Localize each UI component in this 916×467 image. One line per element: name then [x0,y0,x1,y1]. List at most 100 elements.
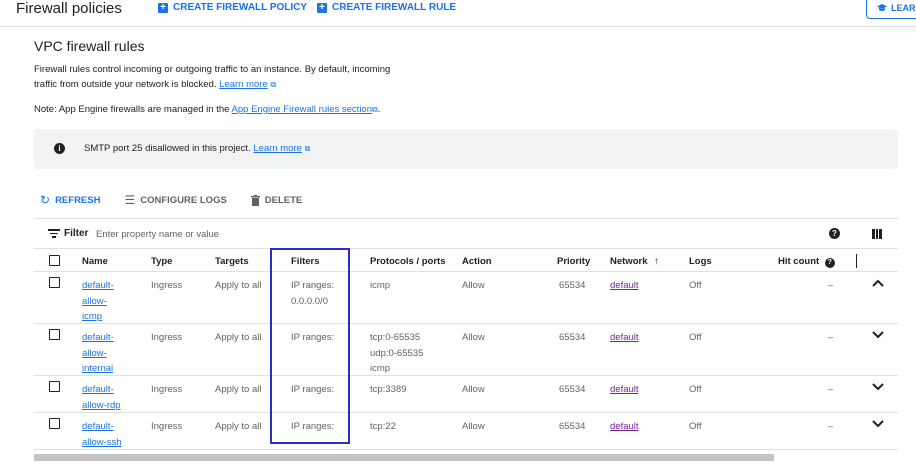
section-title: VPC firewall rules [34,38,145,54]
rule-filters: IP ranges: [291,384,335,395]
trash-icon [250,194,260,206]
column-display-options-icon[interactable] [872,229,882,239]
header-filters[interactable]: Filters [291,256,320,267]
header-type[interactable]: Type [151,256,172,267]
app-engine-firewall-link[interactable]: App Engine Firewall rules section [232,104,372,115]
create-firewall-policy-button[interactable]: + CREATE FIREWALL POLICY [158,2,307,13]
sort-ascending-icon: ↑ [654,256,659,267]
select-all-checkbox[interactable] [49,255,60,266]
header-name[interactable]: Name [82,256,108,267]
top-bar: Firewall policies + CREATE FIREWALL POLI… [0,0,916,27]
rule-priority: 65534 [559,384,586,395]
delete-button[interactable]: DELETE [250,194,303,206]
smtp-info-banner: i SMTP port 25 disallowed in this projec… [34,129,898,169]
rule-action: Allow [462,421,485,432]
add-icon: + [158,2,168,13]
rule-priority: 65534 [559,332,586,343]
app-engine-note: Note: App Engine firewalls are managed i… [34,104,380,115]
rule-priority: 65534 [559,421,586,432]
horizontal-scrollbar-thumb[interactable] [34,454,774,461]
rule-type: Ingress [151,421,183,432]
page-title: Firewall policies [16,0,122,17]
row-checkbox[interactable] [49,329,60,340]
rule-type: Ingress [151,332,183,343]
rule-protocols: tcp:3389 [370,384,407,395]
rule-logs: Off [689,421,702,432]
filter-bar: Filter ? [34,218,898,249]
network-link[interactable]: default [610,419,639,435]
chevron-down-icon[interactable] [872,420,884,428]
header-targets[interactable]: Targets [215,256,249,267]
rule-targets: Apply to all [215,384,262,395]
network-link[interactable]: default [610,330,639,346]
help-icon[interactable]: ? [829,228,840,239]
learn-more-link[interactable]: Learn more [219,79,268,90]
add-icon: + [317,2,327,13]
filter-input[interactable] [96,225,426,243]
header-protocols-ports[interactable]: Protocols / ports [370,256,445,267]
note-suffix: . [377,104,381,115]
rule-targets: Apply to all [215,280,262,291]
info-icon: i [54,143,65,154]
chevron-down-icon[interactable] [872,383,884,391]
rule-logs: Off [689,332,702,343]
table-row[interactable]: default-allow-rdp Ingress Apply to all I… [34,376,898,413]
create-firewall-rule-button[interactable]: + CREATE FIREWALL RULE [317,2,456,13]
header-logs[interactable]: Logs [689,256,712,267]
row-checkbox[interactable] [49,277,60,288]
section-description: Firewall rules control incoming or outgo… [34,62,424,92]
network-link[interactable]: default [610,278,639,294]
rule-targets: Apply to all [215,332,262,343]
rule-hit-count: – [828,421,834,432]
row-checkbox[interactable] [49,381,60,392]
table-row[interactable]: default-allow-icmp Ingress Apply to all … [34,272,898,324]
header-network[interactable]: Network ↑ [610,256,659,267]
school-icon [877,4,887,11]
rule-hit-count: – [828,280,834,291]
rule-hit-count: – [828,384,834,395]
external-link-icon: ⧉ [304,144,311,153]
header-action[interactable]: Action [462,256,492,267]
network-link[interactable]: default [610,382,639,398]
list-icon: ☰ [124,193,136,207]
chevron-up-icon[interactable] [872,279,884,287]
banner-learn-more-link[interactable]: Learn more [253,143,302,154]
chevron-down-icon[interactable] [872,331,884,339]
header-priority[interactable]: Priority [557,256,590,267]
banner-message: SMTP port 25 disallowed in this project.… [84,143,310,154]
header-hit-count[interactable]: Hit count ? [778,256,835,268]
rule-name-link[interactable]: default-allow-icmp [82,278,132,325]
banner-text: SMTP port 25 disallowed in this project. [84,143,251,154]
table-header: Name Type Targets Filters Protocols / po… [34,250,898,272]
delete-label: DELETE [264,194,303,206]
rule-type: Ingress [151,384,183,395]
refresh-button[interactable]: ↻ REFRESH [40,193,100,207]
filter-icon [48,229,60,239]
rule-logs: Off [689,280,702,291]
create-firewall-rule-label: CREATE FIREWALL RULE [332,2,457,13]
table-row[interactable]: default-allow-internal Ingress Apply to … [34,324,898,376]
refresh-icon: ↻ [40,193,51,207]
rule-name-link[interactable]: default-allow-internal [82,330,132,377]
rule-name-link[interactable]: default-allow-rdp [82,382,132,413]
header-network-label: Network [610,256,648,267]
filter-label: Filter [64,228,89,239]
rule-filters: IP ranges: 0.0.0.0/0 [291,280,335,307]
rule-hit-count: – [828,332,834,343]
rule-type: Ingress [151,280,183,291]
learn-button[interactable]: LEAR [866,0,916,19]
header-hit-count-label: Hit count [778,256,820,267]
rule-action: Allow [462,280,485,291]
rule-name-link[interactable]: default-allow-ssh [82,419,132,450]
rule-action: Allow [462,332,485,343]
external-link-icon: ⧉ [270,80,277,89]
configure-logs-button[interactable]: ☰ CONFIGURE LOGS [124,193,226,207]
table-row[interactable]: default-allow-ssh Ingress Apply to all I… [34,413,898,450]
row-checkbox[interactable] [49,418,60,429]
learn-label: LEAR [891,3,916,13]
description-line-2: traffic from outside your network is blo… [34,79,217,90]
note-prefix: Note: App Engine firewalls are managed i… [34,104,230,115]
rule-filters: IP ranges: [291,332,335,343]
column-divider [856,254,857,268]
rule-action: Allow [462,384,485,395]
